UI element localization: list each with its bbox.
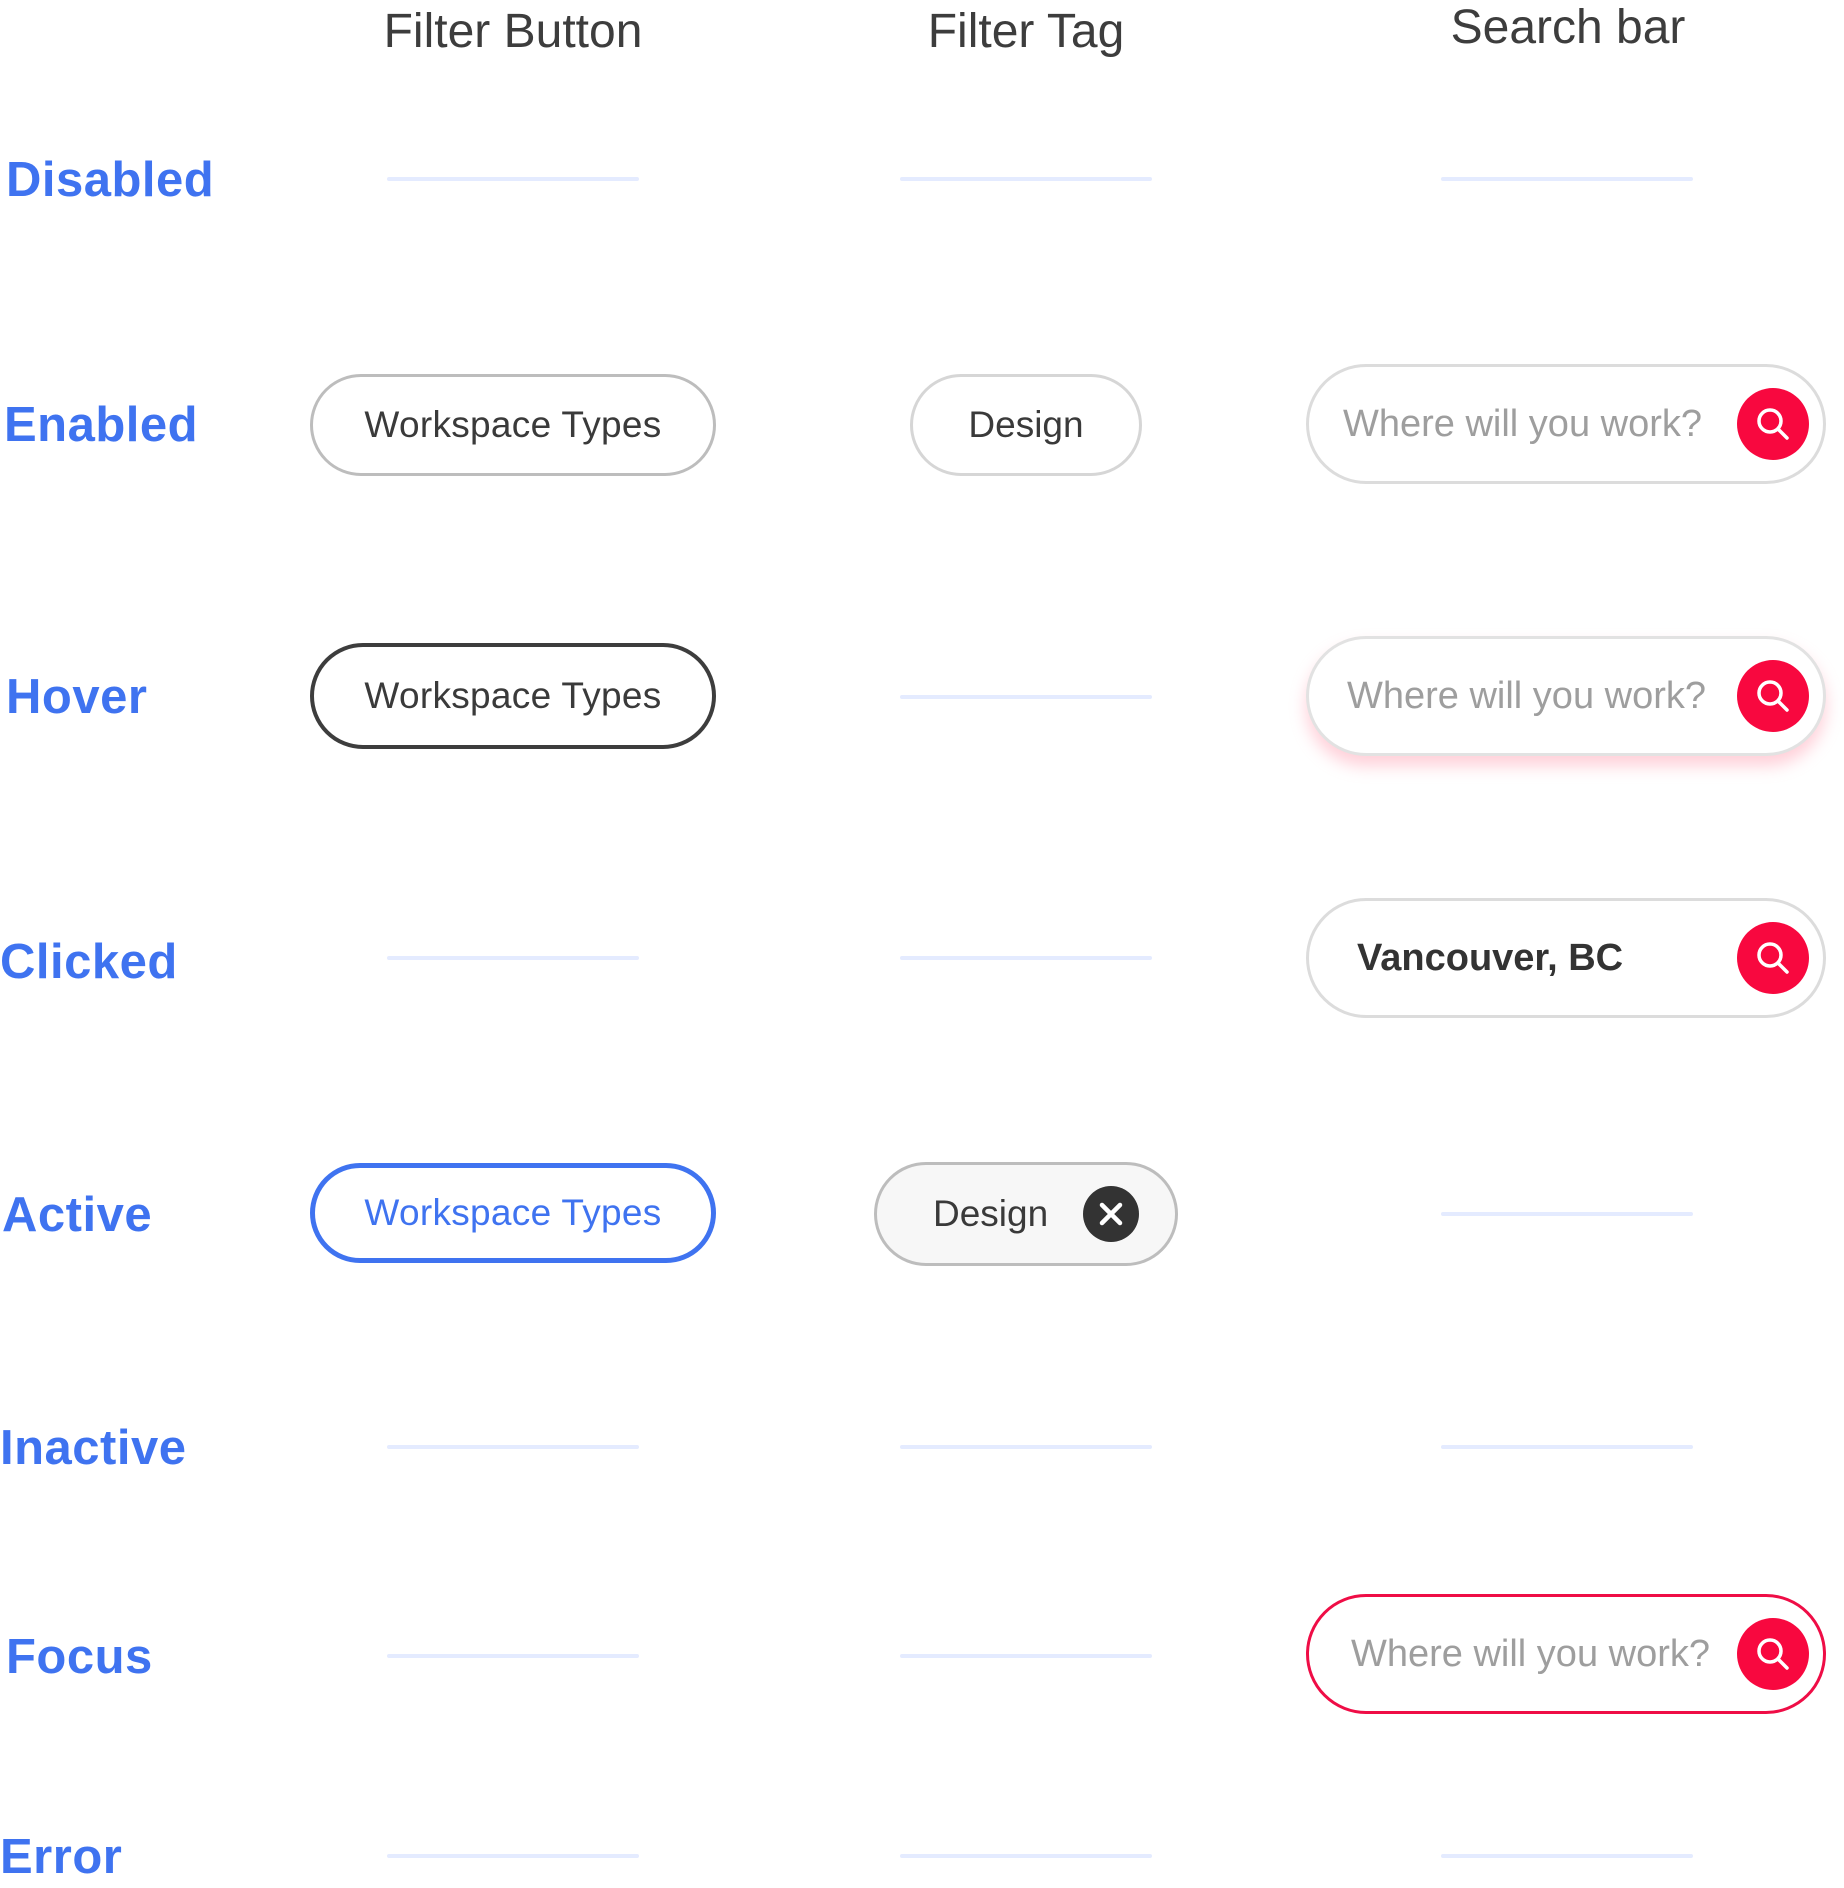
search-input[interactable]: Vancouver, BC [1357, 937, 1623, 980]
search-input[interactable]: Where will you work? [1343, 403, 1702, 446]
search-button[interactable] [1737, 922, 1809, 994]
empty-filter-button-inactive [387, 1445, 639, 1449]
empty-search-bar-disabled [1441, 177, 1693, 181]
empty-filter-button-error [387, 1854, 639, 1858]
state-label-enabled: Enabled [4, 398, 199, 452]
filter-button-label: Workspace Types [364, 1192, 662, 1233]
filter-tag-label: Design [933, 1193, 1049, 1234]
search-bar-enabled[interactable]: Where will you work? [1306, 364, 1826, 484]
state-label-clicked: Clicked [0, 935, 178, 989]
search-bar-hover[interactable]: Where will you work? [1306, 636, 1826, 756]
empty-search-bar-error [1441, 1854, 1693, 1858]
filter-button-enabled[interactable]: Workspace Types [310, 374, 716, 476]
empty-filter-button-focus [387, 1654, 639, 1658]
empty-filter-tag-focus [900, 1654, 1152, 1658]
search-bar-focus[interactable]: Where will you work? [1306, 1594, 1826, 1714]
empty-search-bar-active [1441, 1212, 1693, 1216]
search-bar-clicked[interactable]: Vancouver, BC [1306, 898, 1826, 1018]
filter-button-hover[interactable]: Workspace Types [310, 643, 716, 749]
search-input[interactable]: Where will you work? [1351, 1633, 1710, 1676]
empty-filter-tag-hover [900, 695, 1152, 699]
empty-filter-tag-inactive [900, 1445, 1152, 1449]
empty-filter-tag-clicked [900, 956, 1152, 960]
state-label-focus: Focus [6, 1630, 153, 1684]
search-button[interactable] [1737, 660, 1809, 732]
search-icon [1757, 680, 1789, 712]
filter-button-label: Workspace Types [364, 675, 662, 716]
column-header-filter-tag: Filter Tag [927, 5, 1125, 58]
state-label-active: Active [2, 1188, 153, 1242]
empty-filter-tag-error [900, 1854, 1152, 1858]
close-icon[interactable] [1083, 1186, 1139, 1242]
empty-filter-button-disabled [387, 177, 639, 181]
column-header-filter-button: Filter Button [383, 5, 643, 58]
search-input[interactable]: Where will you work? [1347, 675, 1706, 718]
search-button[interactable] [1737, 388, 1809, 460]
filter-button-active[interactable]: Workspace Types [310, 1163, 716, 1263]
state-label-hover: Hover [6, 670, 148, 724]
search-icon [1757, 408, 1789, 440]
search-icon [1757, 942, 1789, 974]
search-button[interactable] [1737, 1618, 1809, 1690]
filter-tag-enabled[interactable]: Design [910, 374, 1142, 476]
filter-button-label: Workspace Types [364, 404, 662, 445]
empty-filter-button-clicked [387, 956, 639, 960]
empty-filter-tag-disabled [900, 177, 1152, 181]
state-label-inactive: Inactive [0, 1421, 187, 1475]
state-label-disabled: Disabled [6, 153, 215, 207]
search-icon [1757, 1638, 1789, 1670]
filter-tag-active[interactable]: Design [874, 1162, 1178, 1266]
column-header-search-bar: Search bar [1450, 1, 1686, 54]
filter-tag-label: Design [968, 404, 1084, 445]
state-label-error: Error [0, 1830, 123, 1884]
empty-search-bar-inactive [1441, 1445, 1693, 1449]
